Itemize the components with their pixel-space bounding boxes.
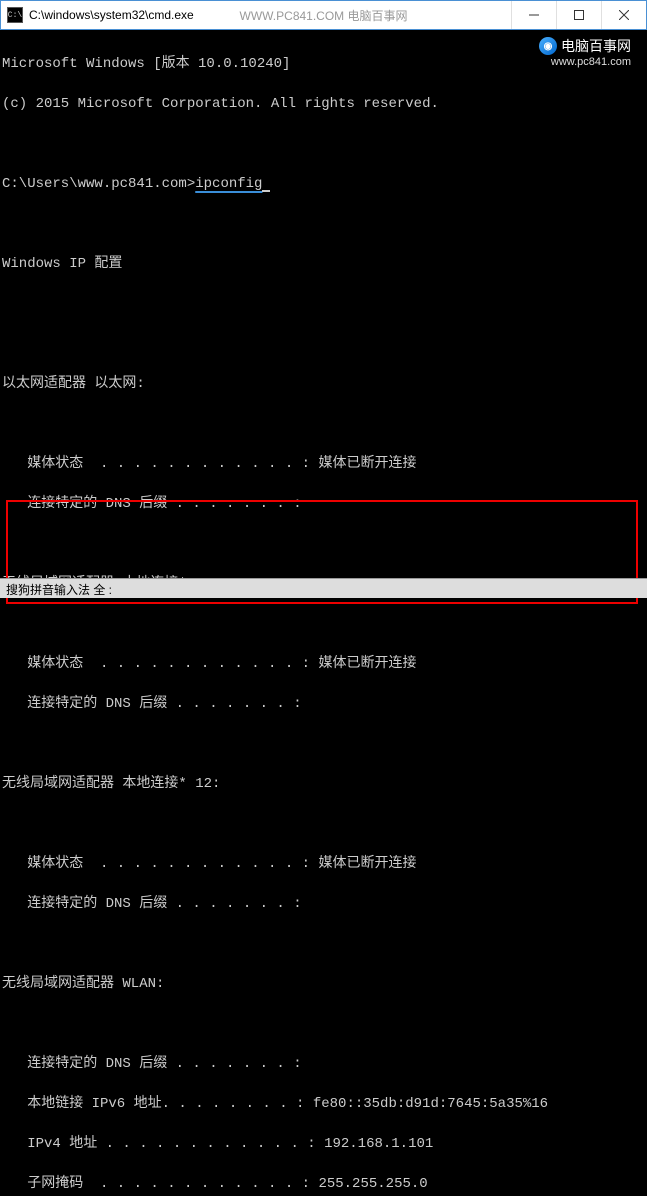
wlan-mask-row: 子网掩码 . . . . . . . . . . . . : 255.255.2…: [2, 1174, 645, 1194]
window-controls: [511, 1, 646, 29]
media-state-row: 媒体状态 . . . . . . . . . . . . : 媒体已断开连接: [2, 854, 645, 874]
terminal-output[interactable]: Microsoft Windows [版本 10.0.10240] (c) 20…: [0, 30, 647, 598]
copyright-line: (c) 2015 Microsoft Corporation. All righ…: [2, 94, 645, 114]
ipconfig-title: Windows IP 配置: [2, 254, 645, 274]
adapter-wlan: 无线局域网适配器 WLAN:: [2, 974, 645, 994]
wlan-ipv6-row: 本地链接 IPv6 地址. . . . . . . . : fe80::35db…: [2, 1094, 645, 1114]
window-titlebar: C:\ C:\windows\system32\cmd.exe WWW.PC84…: [0, 0, 647, 30]
media-state-row: 媒体状态 . . . . . . . . . . . . : 媒体已断开连接: [2, 454, 645, 474]
ime-text: 搜狗拼音输入法 全 :: [6, 583, 112, 597]
adapter-local12: 无线局域网适配器 本地连接* 12:: [2, 774, 645, 794]
ime-status-bar: 搜狗拼音输入法 全 :: [0, 578, 647, 598]
prompt-line: C:\Users\www.pc841.com>ipconfig: [2, 174, 645, 194]
adapter-ethernet: 以太网适配器 以太网:: [2, 374, 645, 394]
titlebar-watermark: WWW.PC841.COM 电脑百事网: [239, 7, 407, 24]
wlan-ipv4-row: IPv4 地址 . . . . . . . . . . . . : 192.16…: [2, 1134, 645, 1154]
command-input: ipconfig: [195, 176, 262, 192]
cmd-icon: C:\: [7, 7, 23, 23]
dns-suffix-row: 连接特定的 DNS 后缀 . . . . . . . :: [2, 494, 645, 514]
dns-suffix-row: 连接特定的 DNS 后缀 . . . . . . . :: [2, 694, 645, 714]
minimize-button[interactable]: [511, 1, 556, 29]
dns-suffix-row: 连接特定的 DNS 后缀 . . . . . . . :: [2, 894, 645, 914]
wlan-dns-suffix: 连接特定的 DNS 后缀 . . . . . . . :: [2, 1054, 645, 1074]
version-line: Microsoft Windows [版本 10.0.10240]: [2, 54, 645, 74]
media-state-row: 媒体状态 . . . . . . . . . . . . : 媒体已断开连接: [2, 654, 645, 674]
close-button[interactable]: [601, 1, 646, 29]
maximize-button[interactable]: [556, 1, 601, 29]
cursor-icon: [262, 190, 270, 192]
window-title: C:\windows\system32\cmd.exe: [29, 8, 194, 22]
